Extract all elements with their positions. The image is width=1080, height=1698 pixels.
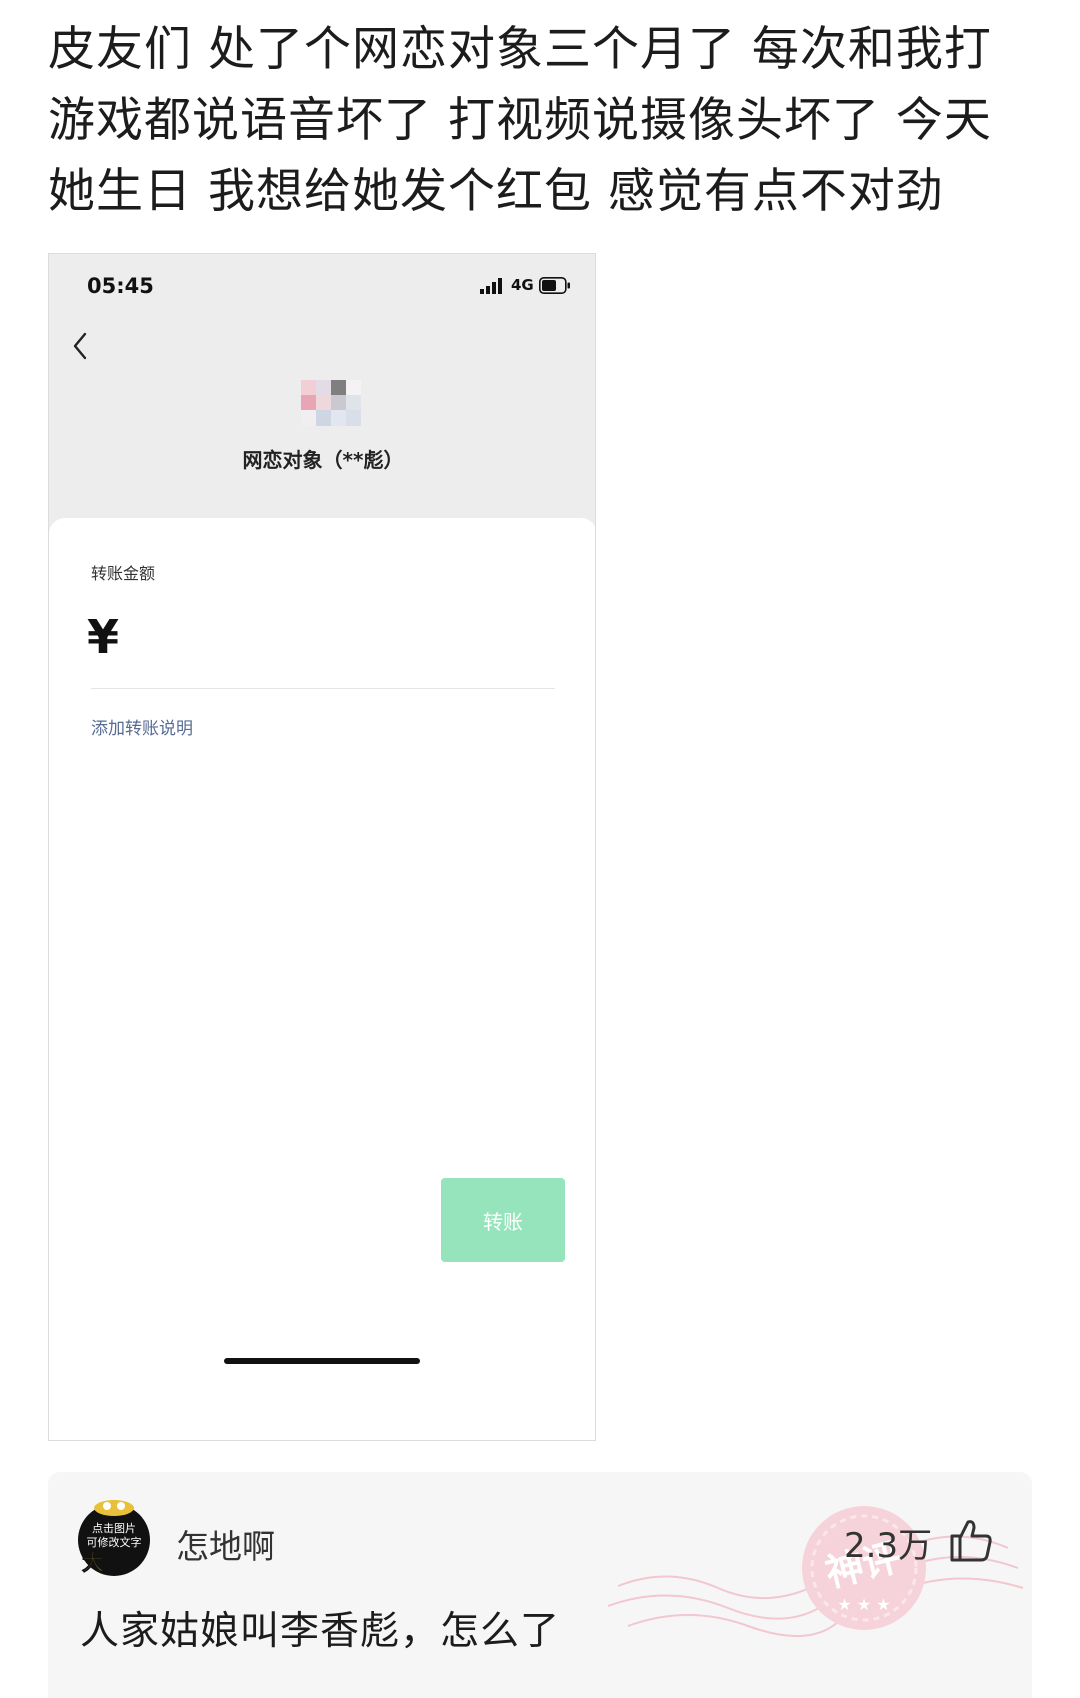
post-text: 皮友们 处了个网恋对象三个月了 每次和我打游戏都说语音坏了 打视频说摄像头坏了 … xyxy=(48,22,992,219)
status-time: 05:45 xyxy=(87,274,154,298)
avatar-badge: 大神 xyxy=(82,1550,126,1576)
transfer-screenshot[interactable]: 05:45 4G 网恋对象（**彪） 转账金额 ¥ 添加转账说明 转账 xyxy=(48,253,596,1441)
comment-text: 人家姑娘叫李香彪，怎么了 xyxy=(80,1609,561,1654)
signal-icon xyxy=(480,278,502,294)
back-arrow-icon[interactable] xyxy=(65,326,95,366)
home-indicator xyxy=(224,1358,420,1364)
avatar-caption-1: 点击图片 xyxy=(92,1522,136,1535)
top-comment: 神评 ★ ★ ★ 点击图片 可修改文字 大神 怎地啊 2.3万 人家姑娘叫李香彪… xyxy=(48,1472,1032,1698)
transfer-card: 转账金额 ¥ 添加转账说明 转账 xyxy=(49,518,595,1440)
recipient-avatar xyxy=(301,380,361,426)
stamp-icon: 神评 ★ ★ ★ xyxy=(608,1506,1024,1637)
add-note-link[interactable]: 添加转账说明 xyxy=(91,714,193,739)
amount-label: 转账金额 xyxy=(91,564,156,583)
like-count: 2.3万 xyxy=(844,1526,933,1566)
battery-icon xyxy=(539,277,570,294)
network-type: 4G xyxy=(511,276,534,294)
currency-symbol[interactable]: ¥ xyxy=(87,610,119,664)
like-icon[interactable] xyxy=(946,1516,994,1564)
avatar-icon[interactable]: 点击图片 可修改文字 大神 xyxy=(68,1496,152,1580)
status-bar: 05:45 4G xyxy=(49,254,595,314)
commenter-name[interactable]: 怎地啊 xyxy=(176,1520,275,1568)
avatar-caption-2: 可修改文字 xyxy=(87,1535,142,1549)
transfer-button[interactable]: 转账 xyxy=(441,1178,565,1262)
recipient-name: 网恋对象（**彪） xyxy=(242,448,404,472)
amount-divider xyxy=(91,688,555,689)
svg-text:★ ★ ★: ★ ★ ★ xyxy=(837,1595,890,1614)
